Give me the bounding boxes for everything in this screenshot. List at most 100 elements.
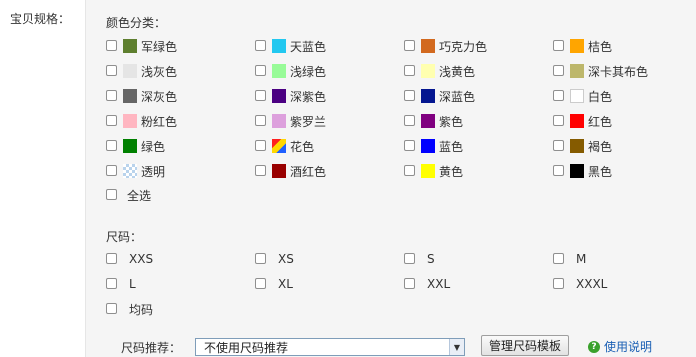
size-label: XXS [129, 252, 154, 266]
color-option[interactable]: 深紫色 [255, 88, 326, 104]
color-option[interactable]: 巧克力色 [404, 38, 487, 54]
size-label: L [129, 277, 136, 291]
color-checkbox[interactable] [553, 39, 564, 51]
color-checkbox[interactable] [106, 89, 117, 101]
color-swatch [272, 39, 286, 53]
color-checkbox[interactable] [106, 39, 117, 51]
color-label: 深蓝色 [439, 89, 476, 104]
color-checkbox[interactable] [404, 89, 415, 101]
size-recommend-value: 不使用尺码推荐 [204, 340, 289, 355]
color-option[interactable]: 军绿色 [106, 38, 177, 54]
help-link[interactable]: ? 使用说明 [588, 338, 652, 355]
color-checkbox[interactable] [553, 114, 564, 126]
color-option[interactable]: 花色 [255, 138, 314, 154]
color-checkbox[interactable] [404, 64, 415, 76]
color-checkbox[interactable] [553, 164, 564, 176]
color-checkbox[interactable] [255, 39, 266, 51]
color-option[interactable]: 黑色 [553, 163, 612, 179]
color-option[interactable]: 浅灰色 [106, 63, 177, 79]
size-checkbox[interactable] [106, 302, 117, 314]
color-option[interactable]: 透明 [106, 163, 165, 179]
color-checkbox[interactable] [553, 64, 564, 76]
size-checkbox[interactable] [106, 277, 117, 289]
color-checkbox[interactable] [255, 114, 266, 126]
color-label: 红色 [588, 114, 613, 129]
colors-heading: 颜色分类： [106, 16, 167, 30]
color-option[interactable]: 蓝色 [404, 138, 463, 154]
color-swatch [123, 89, 137, 103]
color-option[interactable]: 深灰色 [106, 88, 177, 104]
size-checkbox[interactable] [553, 252, 564, 264]
color-checkbox[interactable] [404, 139, 415, 151]
color-option[interactable]: 绿色 [106, 138, 165, 154]
color-checkbox[interactable] [106, 114, 117, 126]
color-checkbox[interactable] [106, 64, 117, 76]
color-option[interactable]: 黄色 [404, 163, 463, 179]
size-option[interactable]: 均码 [106, 301, 153, 317]
size-label: S [427, 252, 435, 266]
size-option[interactable]: XXS [106, 251, 153, 267]
color-label: 紫色 [439, 114, 464, 129]
color-label: 天蓝色 [290, 39, 327, 54]
size-label: XXXL [576, 277, 608, 291]
color-checkbox[interactable] [106, 139, 117, 151]
color-checkbox[interactable] [404, 39, 415, 51]
size-checkbox[interactable] [106, 252, 117, 264]
select-all-option[interactable]: 全选 [106, 187, 151, 203]
color-checkbox[interactable] [553, 89, 564, 101]
color-swatch [272, 64, 286, 78]
color-option[interactable]: 桔色 [553, 38, 612, 54]
color-swatch [421, 39, 435, 53]
color-checkbox[interactable] [255, 164, 266, 176]
color-checkbox[interactable] [255, 64, 266, 76]
color-checkbox[interactable] [255, 139, 266, 151]
size-checkbox[interactable] [255, 252, 266, 264]
color-checkbox[interactable] [255, 89, 266, 101]
size-checkbox[interactable] [255, 277, 266, 289]
color-option[interactable]: 酒红色 [255, 163, 326, 179]
color-option[interactable]: 紫罗兰 [255, 113, 326, 129]
size-label: 均码 [129, 302, 154, 317]
color-checkbox[interactable] [404, 114, 415, 126]
color-label: 浅黄色 [439, 64, 476, 79]
color-label: 巧克力色 [439, 39, 488, 54]
color-swatch [272, 164, 286, 178]
color-swatch [570, 114, 584, 128]
color-option[interactable]: 红色 [553, 113, 612, 129]
color-option[interactable]: 白色 [553, 88, 612, 104]
size-recommend-label: 尺码推荐： [121, 341, 182, 355]
color-checkbox[interactable] [553, 139, 564, 151]
size-checkbox[interactable] [553, 277, 564, 289]
color-option[interactable]: 深卡其布色 [553, 63, 648, 79]
color-option[interactable]: 天蓝色 [255, 38, 326, 54]
color-checkbox[interactable] [106, 164, 117, 176]
color-option[interactable]: 浅黄色 [404, 63, 475, 79]
size-checkbox[interactable] [404, 252, 415, 264]
size-option[interactable]: XXL [404, 276, 450, 292]
color-option[interactable]: 深蓝色 [404, 88, 475, 104]
size-option[interactable]: XXXL [553, 276, 607, 292]
color-label: 深卡其布色 [588, 64, 649, 79]
color-label: 透明 [141, 164, 166, 179]
size-recommend-select[interactable]: 不使用尺码推荐 ▼ [195, 338, 465, 356]
color-swatch [570, 39, 584, 53]
size-option[interactable]: XS [255, 251, 294, 267]
color-swatch [421, 89, 435, 103]
color-option[interactable]: 紫色 [404, 113, 463, 129]
color-label: 绿色 [141, 139, 166, 154]
help-label[interactable]: 使用说明 [604, 338, 652, 355]
color-option[interactable]: 褐色 [553, 138, 612, 154]
size-option[interactable]: S [404, 251, 435, 267]
color-swatch [123, 114, 137, 128]
color-option[interactable]: 浅绿色 [255, 63, 326, 79]
size-option[interactable]: M [553, 251, 586, 267]
size-option[interactable]: L [106, 276, 136, 292]
size-option[interactable]: XL [255, 276, 293, 292]
color-swatch [272, 114, 286, 128]
select-all-checkbox[interactable] [106, 188, 117, 200]
size-checkbox[interactable] [404, 277, 415, 289]
chevron-down-icon[interactable]: ▼ [449, 339, 464, 355]
color-checkbox[interactable] [404, 164, 415, 176]
color-option[interactable]: 粉红色 [106, 113, 177, 129]
manage-size-template-button[interactable]: 管理尺码模板 [481, 335, 570, 356]
